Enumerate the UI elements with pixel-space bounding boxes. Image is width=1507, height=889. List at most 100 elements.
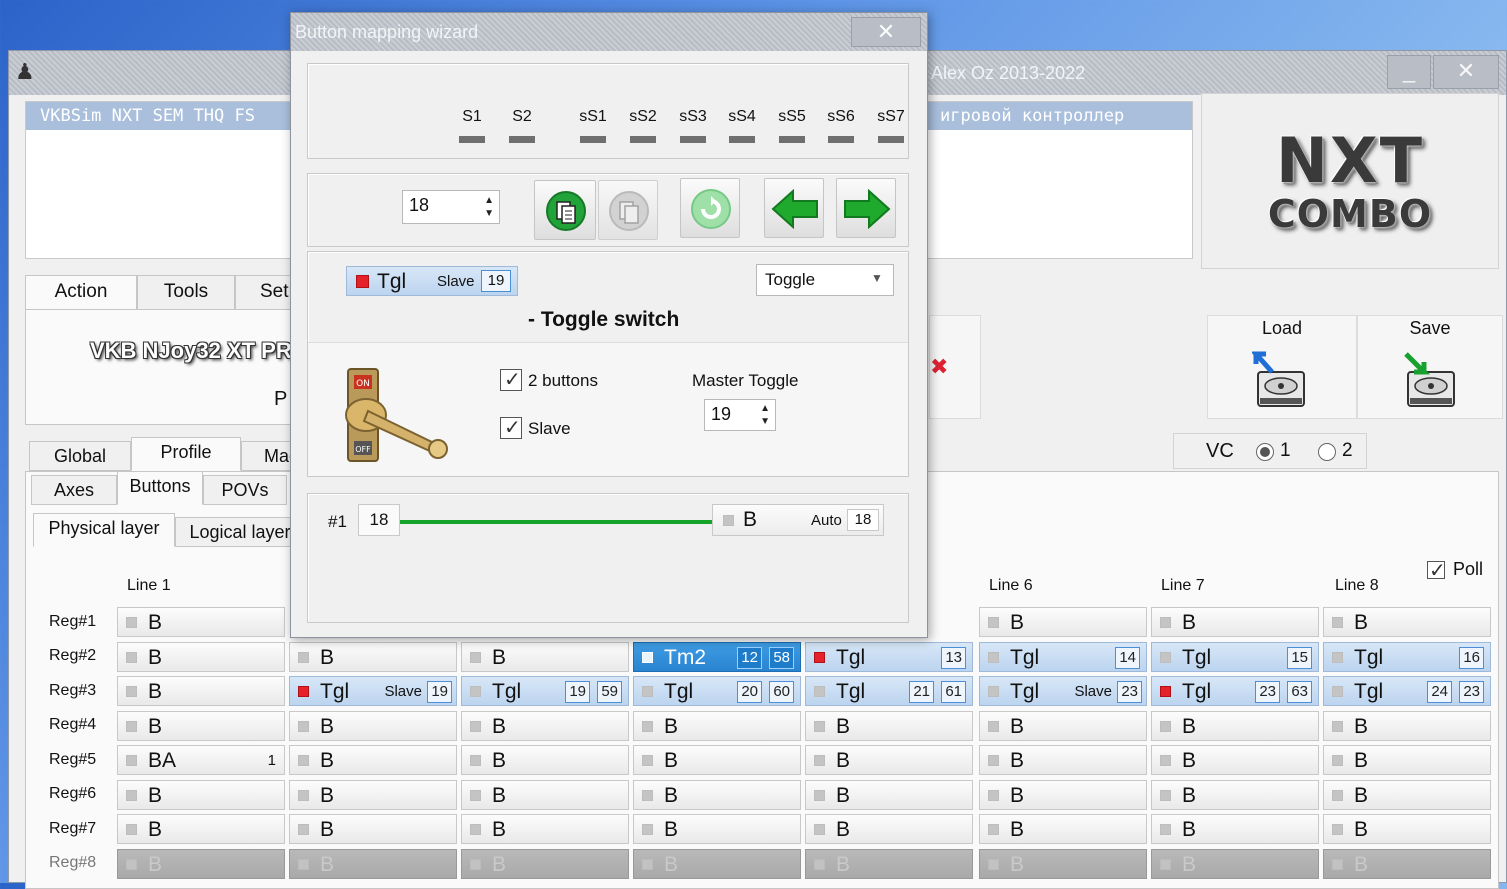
button-cell[interactable]: B (1323, 745, 1491, 775)
tab-action[interactable]: Action (25, 275, 137, 311)
tab-logical-layer[interactable]: Logical layer (175, 517, 305, 547)
shift-indicator-ss7 (878, 136, 904, 143)
button-cell[interactable]: B (1323, 607, 1491, 637)
button-cell[interactable]: B (633, 780, 801, 810)
button-cell-selected[interactable]: Tm2 12 58 (633, 642, 801, 672)
button-cell[interactable]: Tgl 14 (979, 642, 1147, 672)
button-cell[interactable]: B (289, 780, 457, 810)
button-cell[interactable]: Tgl 13 (805, 642, 973, 672)
button-cell[interactable]: B (289, 849, 457, 879)
button-cell[interactable]: B (289, 814, 457, 844)
close-button[interactable]: ✕ (1433, 55, 1499, 89)
button-cell[interactable]: B (805, 780, 973, 810)
button-cell[interactable]: B (117, 607, 285, 637)
button-cell[interactable]: B (117, 814, 285, 844)
pin-icon[interactable]: ✖ (930, 354, 948, 380)
button-cell[interactable]: B (1151, 814, 1319, 844)
button-cell[interactable]: B (979, 849, 1147, 879)
paste-button[interactable] (598, 180, 658, 240)
minimize-button[interactable]: _ (1387, 55, 1431, 89)
button-cell[interactable]: B (633, 814, 801, 844)
button-cell[interactable]: Tgl 21 61 (805, 676, 973, 706)
two-buttons-checkbox[interactable]: ✓ (500, 369, 522, 391)
button-cell[interactable]: B (805, 745, 973, 775)
button-cell[interactable]: B (1151, 711, 1319, 741)
button-cell[interactable]: B (979, 607, 1147, 637)
button-cell[interactable]: B (461, 745, 629, 775)
button-cell[interactable]: B (805, 814, 973, 844)
button-cell[interactable]: B (461, 711, 629, 741)
button-cell[interactable]: B (289, 642, 457, 672)
vc-radio-1[interactable] (1256, 443, 1274, 461)
button-cell[interactable]: B (805, 711, 973, 741)
reg-label-3: Reg#3 (49, 682, 97, 699)
wizard-close-button[interactable]: ✕ (851, 17, 921, 47)
button-cell[interactable]: 1 BA (117, 745, 285, 775)
cell-label: B (1354, 715, 1369, 738)
button-cell[interactable]: Tgl Slave 23 (979, 676, 1147, 706)
tab-axes[interactable]: Axes (31, 475, 117, 505)
button-cell[interactable]: B (117, 711, 285, 741)
button-cell[interactable]: Tgl 24 23 (1323, 676, 1491, 706)
button-cell[interactable]: Tgl 19 59 (461, 676, 629, 706)
master-toggle-spinner[interactable]: 19 ▲ ▼ (704, 399, 776, 431)
button-cell[interactable]: Tgl 15 (1151, 642, 1319, 672)
button-cell[interactable]: B (979, 814, 1147, 844)
next-button[interactable] (836, 178, 896, 238)
spin-down-icon[interactable]: ▼ (484, 209, 494, 219)
button-cell[interactable]: B (979, 711, 1147, 741)
tab-physical-layer[interactable]: Physical layer (33, 513, 175, 547)
button-cell[interactable]: B (1323, 814, 1491, 844)
mode-dropdown[interactable]: Toggle ▼ (756, 264, 894, 296)
slave-checkbox[interactable]: ✓ (500, 417, 522, 439)
button-cell[interactable]: B (633, 711, 801, 741)
shift-label-ss7: sS7 (877, 108, 905, 125)
button-cell[interactable]: B (1323, 780, 1491, 810)
button-cell[interactable]: B (1151, 849, 1319, 879)
tab-povs[interactable]: POVs (203, 475, 287, 505)
reset-button[interactable] (680, 178, 740, 238)
button-cell[interactable]: B (633, 849, 801, 879)
poll-checkbox[interactable]: ✓ (1427, 560, 1446, 582)
button-cell[interactable]: B (979, 780, 1147, 810)
spin-up-icon[interactable]: ▲ (760, 404, 770, 414)
button-cell[interactable]: B (979, 745, 1147, 775)
button-cell[interactable]: B (805, 849, 973, 879)
button-cell[interactable]: B (1323, 711, 1491, 741)
button-cell[interactable]: B (633, 745, 801, 775)
button-cell[interactable]: B (117, 642, 285, 672)
button-cell[interactable]: Tgl 20 60 (633, 676, 801, 706)
led-icon (1160, 721, 1171, 732)
logical-button-target[interactable]: B Auto 18 (712, 504, 884, 536)
button-cell[interactable]: B (461, 849, 629, 879)
save-button[interactable]: Save (1357, 315, 1503, 419)
button-cell[interactable]: B (1323, 849, 1491, 879)
spin-down-icon[interactable]: ▼ (760, 417, 770, 427)
tab-global[interactable]: Global (29, 441, 131, 471)
button-cell[interactable]: B (289, 711, 457, 741)
vc-radio-2[interactable] (1318, 443, 1336, 461)
button-cell[interactable]: B (461, 642, 629, 672)
button-cell[interactable]: B (461, 814, 629, 844)
button-number-spinner[interactable]: 18 ▲ ▼ (402, 190, 500, 224)
cell-label: B (492, 818, 507, 841)
tab-buttons[interactable]: Buttons (117, 471, 203, 505)
spin-up-icon[interactable]: ▲ (484, 196, 494, 206)
button-cell[interactable]: Tgl 16 (1323, 642, 1491, 672)
button-cell[interactable]: B (117, 780, 285, 810)
button-cell[interactable]: B (1151, 745, 1319, 775)
tab-tools[interactable]: Tools (137, 275, 235, 311)
button-cell[interactable]: B (1151, 607, 1319, 637)
button-cell[interactable]: B (461, 780, 629, 810)
button-cell[interactable]: B (289, 745, 457, 775)
cell-label: B (320, 749, 335, 772)
button-cell[interactable]: Tgl Slave 19 (289, 676, 457, 706)
copy-button[interactable] (534, 180, 596, 240)
button-cell[interactable]: B (117, 849, 285, 879)
previous-button[interactable] (764, 178, 824, 238)
button-cell[interactable]: B (117, 676, 285, 706)
tab-profile[interactable]: Profile (131, 437, 241, 471)
button-cell[interactable]: Tgl 23 63 (1151, 676, 1319, 706)
load-button[interactable]: Load (1207, 315, 1357, 419)
button-cell[interactable]: B (1151, 780, 1319, 810)
